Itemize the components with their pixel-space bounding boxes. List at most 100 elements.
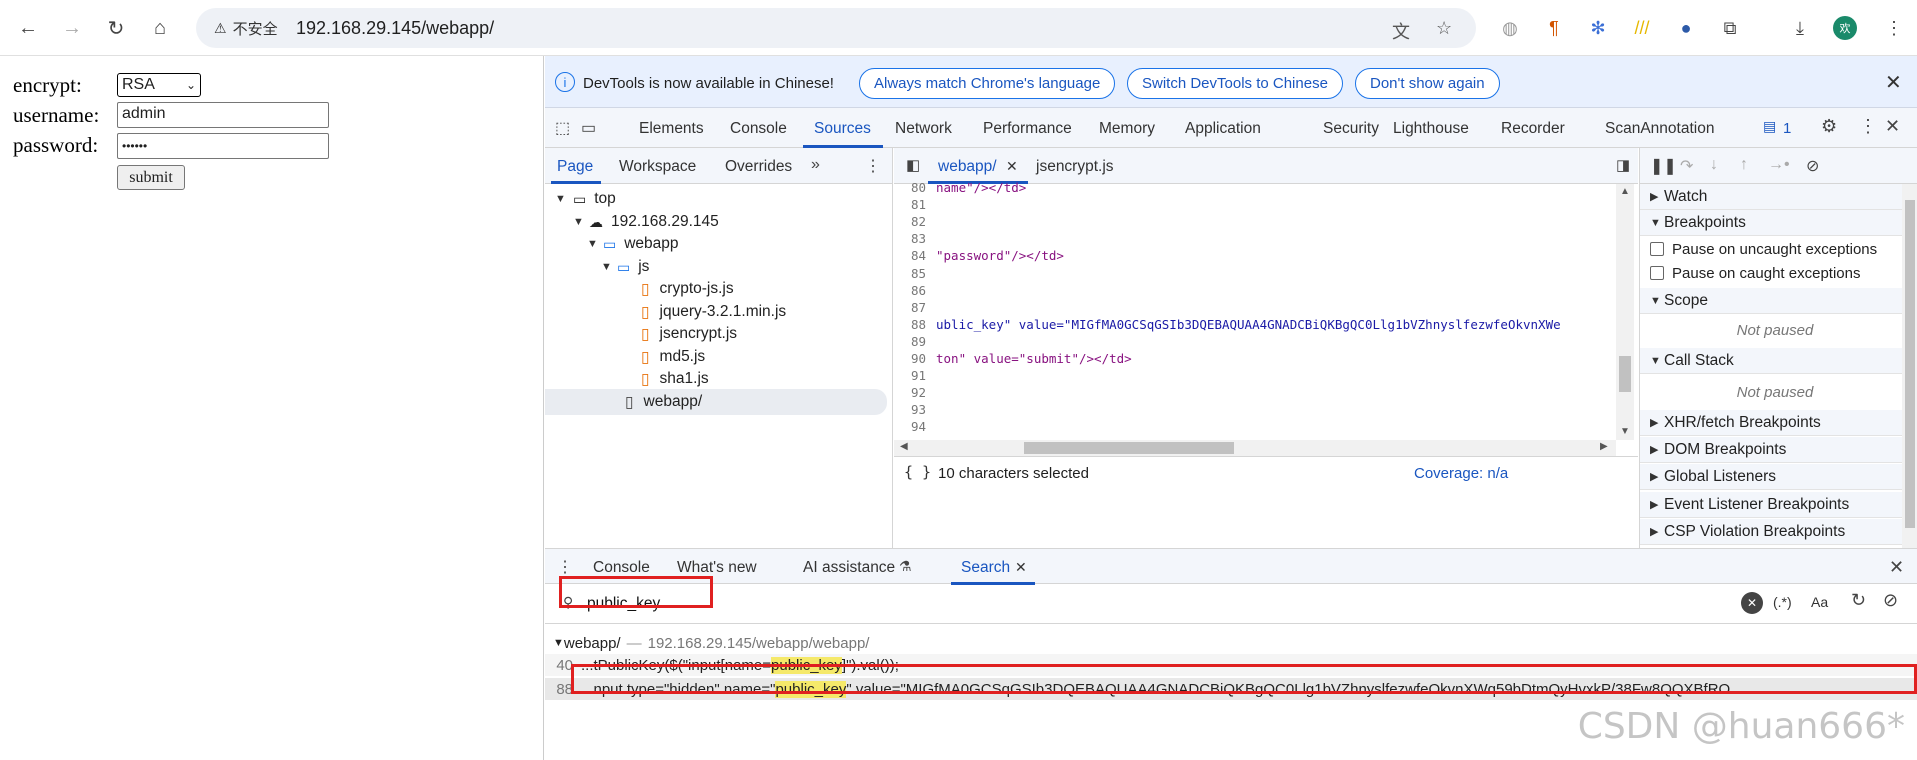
translate-icon[interactable]: 文 [1392,18,1410,44]
pause-uncaught-checkbox[interactable]: Pause on uncaught exceptions [1640,238,1910,260]
tab-scanannotation[interactable]: ScanAnnotation [1605,120,1714,138]
match-case-toggle[interactable]: Aa [1811,594,1828,610]
match-language-button[interactable]: Always match Chrome's language [859,68,1116,99]
drawer-tab-whats-new[interactable]: What's new [677,559,757,577]
step-icon[interactable]: →• [1768,156,1790,174]
horizontal-scrollbar[interactable]: ◀ ▶ [894,440,1616,456]
tab-elements[interactable]: Elements [639,120,704,138]
address-bar[interactable]: ⚠ 不安全 192.168.29.145/webapp/ 文 ☆ [196,8,1476,48]
close-tab-icon[interactable]: ✕ [1006,158,1018,175]
tab-lighthouse[interactable]: Lighthouse [1393,120,1469,138]
password-input[interactable]: •••••• [117,133,329,159]
line-number[interactable]: 94 [894,419,936,439]
submit-button[interactable]: submit [117,165,185,190]
dont-show-again-button[interactable]: Don't show again [1355,68,1500,99]
watch-pane[interactable]: ▶ Watch [1640,184,1910,210]
clear-results-icon[interactable]: ⊘ [1883,590,1898,611]
global-listeners-pane[interactable]: ▶ Global Listeners [1640,464,1910,490]
h-scroll-thumb[interactable] [1024,442,1234,454]
extensions-puzzle-icon[interactable]: ⧉ [1716,14,1744,42]
navigator-menu-icon[interactable]: ⋮ [865,156,881,176]
pause-caught-checkbox[interactable]: Pause on caught exceptions [1640,262,1910,284]
extension-slash-icon[interactable]: /// [1628,14,1656,42]
close-icon[interactable]: ✕ [1885,70,1902,95]
code-editor[interactable]: 80 name"/></td> 81 82 83 84 "password"/></td> 8… [894,180,1638,548]
drawer-tab-ai-assistance[interactable]: AI assistance [803,559,895,577]
breakpoints-pane[interactable]: ▼ Breakpoints [1640,210,1910,236]
refresh-icon[interactable]: ↻ [1851,590,1866,611]
vertical-scrollbar[interactable]: ▲ ▼ [1616,184,1634,440]
regex-toggle[interactable]: (.*) [1773,594,1792,610]
xhr-breakpoints-pane[interactable]: ▶ XHR/fetch Breakpoints [1640,410,1910,436]
home-icon[interactable]: ⌂ [146,14,174,42]
coverage-link[interactable]: Coverage: n/a [1414,465,1508,482]
tab-sources[interactable]: Sources [814,120,871,138]
pretty-print-icon[interactable]: { } [904,463,931,481]
pause-icon[interactable]: ❚❚ [1650,156,1677,176]
forward-icon[interactable]: → [58,14,86,42]
dom-breakpoints-pane[interactable]: ▶ DOM Breakpoints [1640,437,1910,463]
scope-pane[interactable]: ▼ Scope [1640,288,1910,314]
tab-page[interactable]: Page [557,158,593,176]
close-devtools-icon[interactable]: ✕ [1885,116,1900,137]
tab-security[interactable]: Security [1323,120,1379,138]
tree-item-page-selected[interactable]: ▯ webapp/ [545,389,887,415]
code-line[interactable]: 88 ublic_key" value="MIGfMA0GCSqGSIb3DQEB… [894,317,1561,337]
file-tab-jsencrypt[interactable]: jsencrypt.js [1036,158,1114,176]
tab-memory[interactable]: Memory [1099,120,1155,138]
page-viewport: encrypt: RSA ⌄ username: admin password:… [0,56,544,760]
close-drawer-icon[interactable]: ✕ [1889,557,1904,578]
switch-chinese-button[interactable]: Switch DevTools to Chinese [1127,68,1343,99]
checkbox-icon[interactable] [1650,266,1664,280]
sidebar-scroll-thumb[interactable] [1905,200,1915,528]
tab-application[interactable]: Application [1185,120,1261,138]
devtools-menu-icon[interactable]: ⋮ [1859,116,1877,137]
bookmark-star-icon[interactable]: ☆ [1436,18,1452,39]
toggle-navigator-icon[interactable]: ◧ [906,156,920,174]
close-search-tab-icon[interactable]: ✕ [1015,559,1027,576]
step-over-icon[interactable]: ↷ [1680,156,1693,176]
extension-paragraph-icon[interactable]: ¶ [1540,14,1568,42]
tab-recorder[interactable]: Recorder [1501,120,1565,138]
extension-badge-icon[interactable]: ● [1672,14,1700,42]
tab-console[interactable]: Console [730,120,787,138]
profile-avatar[interactable]: 欢 [1833,16,1857,40]
step-into-icon[interactable]: ↓ [1710,156,1718,174]
drawer-tab-console[interactable]: Console [593,559,650,577]
download-icon[interactable]: ⤓ [1786,14,1814,42]
file-tab-webapp[interactable]: webapp/ [938,158,997,176]
call-stack-pane[interactable]: ▼ Call Stack [1640,348,1910,374]
back-icon[interactable]: ← [14,14,42,42]
tab-network[interactable]: Network [895,120,952,138]
settings-gear-icon[interactable]: ⚙ [1821,116,1837,137]
toggle-debugger-icon[interactable]: ◨ [1616,156,1630,174]
sidebar-scrollbar[interactable] [1902,184,1917,548]
event-listener-breakpoints-pane[interactable]: ▶ Event Listener Breakpoints [1640,492,1910,518]
issues-icon[interactable]: ▤ [1763,118,1776,135]
username-input[interactable]: admin [117,102,329,128]
url-text[interactable]: 192.168.29.145/webapp/ [296,18,494,39]
tab-overrides[interactable]: Overrides [725,158,792,176]
drawer-tab-search[interactable]: Search [961,559,1010,577]
result-file-header[interactable]: ▼ webapp/ — 192.168.29.145/webapp/webapp… [545,632,1917,654]
clear-search-icon[interactable]: ✕ [1741,592,1763,614]
code-line[interactable]: 94 [894,419,936,439]
drawer-menu-icon[interactable]: ⋮ [557,557,573,577]
extension-network-icon[interactable]: ✻ [1584,14,1612,42]
extension-globe-icon[interactable]: ◍ [1496,14,1524,42]
step-out-icon[interactable]: ↑ [1740,156,1748,174]
more-tabs-icon[interactable]: » [811,156,820,174]
checkbox-icon[interactable] [1650,242,1664,256]
tab-workspace[interactable]: Workspace [619,158,696,176]
reload-icon[interactable]: ↻ [102,14,130,42]
inspect-element-icon[interactable]: ⬚ [555,118,570,138]
tab-performance[interactable]: Performance [983,120,1072,138]
file-navigator: ▼ ▭ top ▼ ☁ 192.168.29.145 ▼ ▭ webapp ▼ … [545,184,893,548]
deactivate-breakpoints-icon[interactable]: ⊘ [1806,156,1819,176]
device-toolbar-icon[interactable]: ▭ [581,118,596,138]
csp-violation-breakpoints-pane[interactable]: ▶ CSP Violation Breakpoints [1640,519,1910,545]
encrypt-select[interactable]: RSA ⌄ [117,73,201,97]
scroll-thumb[interactable] [1619,356,1631,392]
menu-kebab-icon[interactable]: ⋮ [1880,14,1908,42]
security-indicator[interactable]: ⚠ 不安全 [206,14,288,42]
